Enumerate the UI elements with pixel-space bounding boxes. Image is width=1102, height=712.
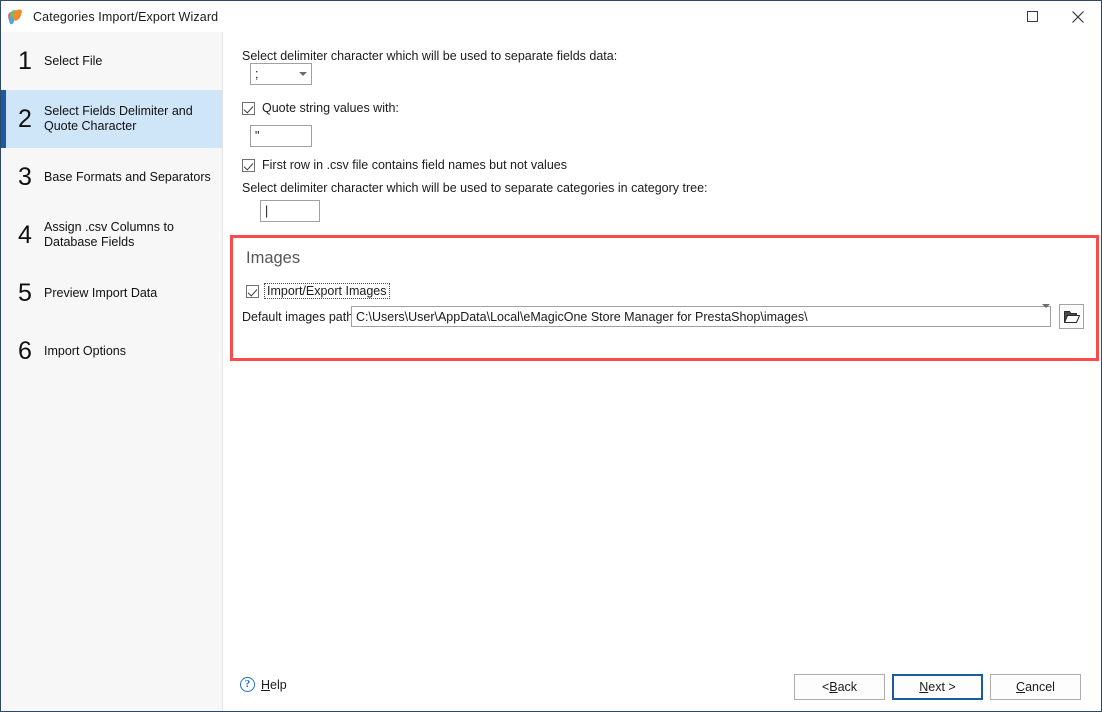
sidebar-item-preview-import[interactable]: 5 Preview Import Data [1, 264, 222, 322]
step-number: 1 [18, 46, 32, 75]
quote-string-values-checkbox[interactable]: Quote string values with: [242, 101, 399, 115]
checkbox-box[interactable] [246, 284, 259, 298]
chevron-down-icon[interactable] [1042, 303, 1050, 326]
title-bar: Categories Import/Export Wizard [1, 1, 1101, 32]
next-button[interactable]: Next > [892, 674, 983, 700]
caption-buttons [1009, 1, 1101, 32]
step-number: 2 [18, 104, 32, 133]
sidebar-item-fields-delimiter[interactable]: 2 Select Fields Delimiter and Quote Char… [1, 90, 222, 148]
fields-delimiter-label: Select delimiter character which will be… [242, 49, 618, 63]
images-group-title: Images [246, 249, 301, 267]
chevron-down-icon[interactable] [294, 64, 311, 84]
sidebar-item-select-file[interactable]: 1 Select File [1, 32, 222, 90]
main-pane: Select delimiter character which will be… [224, 32, 1101, 711]
question-circle-icon: ? [240, 677, 255, 692]
help-label: Help [261, 677, 287, 692]
step-number: 5 [18, 278, 32, 307]
step-number: 4 [18, 220, 32, 249]
wizard-button-bar: < Back Next > Cancel [794, 674, 1081, 700]
step-number: 3 [18, 162, 32, 191]
step-label: Assign .csv Columns to Database Fields [44, 220, 174, 249]
fields-delimiter-value: ; [255, 67, 259, 81]
step-label: Select File [44, 53, 103, 68]
back-button[interactable]: < Back [794, 674, 885, 700]
sidebar-item-import-options[interactable]: 6 Import Options [1, 322, 222, 380]
wizard-steps-sidebar: 1 Select File 2 Select Fields Delimiter … [1, 32, 223, 711]
cancel-button[interactable]: Cancel [990, 674, 1081, 700]
quote-character-input[interactable] [250, 125, 312, 147]
tree-delimiter-input[interactable] [260, 200, 320, 222]
window-title: Categories Import/Export Wizard [33, 9, 219, 24]
default-images-path-value: C:\Users\User\AppData\Local\eMagicOne St… [356, 309, 808, 324]
checkbox-box[interactable] [242, 158, 255, 172]
default-images-path-label: Default images path [242, 310, 354, 324]
emagicone-butterfly-icon [7, 7, 24, 25]
browse-folder-button[interactable] [1059, 304, 1084, 329]
images-group-highlight: Images Import/Export Images Default imag… [230, 235, 1099, 361]
checkbox-box[interactable] [242, 101, 255, 115]
fields-delimiter-combobox[interactable]: ; [250, 63, 312, 85]
folder-open-icon [1063, 310, 1080, 323]
step-label: Import Options [44, 343, 126, 358]
sidebar-item-base-formats[interactable]: 3 Base Formats and Separators [1, 148, 222, 206]
step-label: Base Formats and Separators [44, 169, 211, 184]
close-icon[interactable] [1055, 1, 1101, 32]
default-images-path-combobox[interactable]: C:\Users\User\AppData\Local\eMagicOne St… [351, 303, 1051, 327]
first-row-field-names-checkbox[interactable]: First row in .csv file contains field na… [242, 158, 567, 172]
help-link[interactable]: ? Help [240, 677, 287, 692]
import-export-images-label: Import/Export Images [264, 283, 390, 299]
maximize-icon[interactable] [1009, 1, 1055, 32]
quote-string-values-label: Quote string values with: [262, 101, 399, 115]
step-number: 6 [18, 336, 32, 365]
step-label: Preview Import Data [44, 285, 158, 300]
import-export-images-checkbox[interactable]: Import/Export Images [246, 283, 390, 299]
tree-delimiter-label: Select delimiter character which will be… [242, 181, 708, 195]
step-label: Select Fields Delimiter and Quote Charac… [44, 104, 193, 133]
wizard-window: Categories Import/Export Wizard 1 Select… [0, 0, 1102, 712]
first-row-field-names-label: First row in .csv file contains field na… [262, 158, 567, 172]
sidebar-item-assign-columns[interactable]: 4 Assign .csv Columns to Database Fields [1, 206, 222, 264]
